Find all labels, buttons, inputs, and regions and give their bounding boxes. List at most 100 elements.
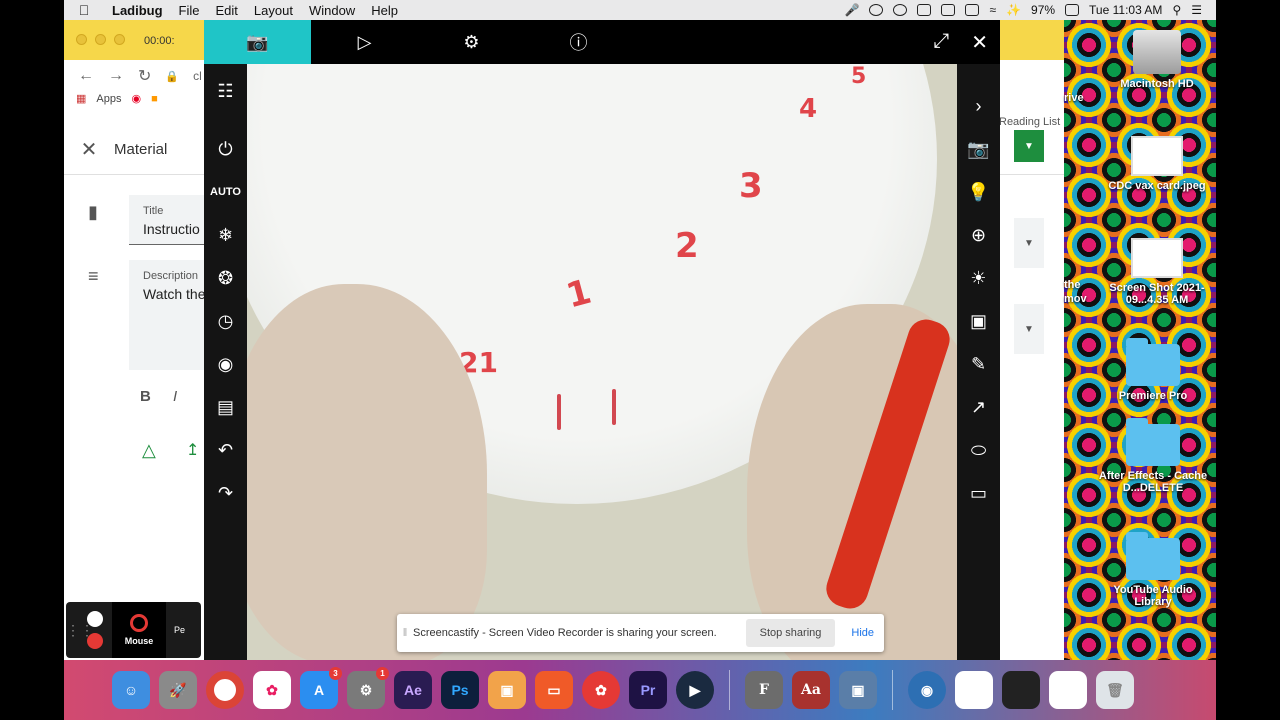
camera-view: 1 2 3 4 5 2 21 bbox=[247, 64, 957, 660]
timer-icon[interactable]: ◷ bbox=[204, 306, 247, 336]
undo-icon[interactable]: ↶ bbox=[204, 435, 247, 465]
desktop-icon-cdc-vax-card[interactable]: CDC vax card.jpeg bbox=[1102, 136, 1212, 192]
fullscreen-icon[interactable]: ⤢ bbox=[933, 30, 949, 55]
control-center-icon[interactable]: ☰ bbox=[1191, 3, 1202, 17]
finder-icon[interactable]: ☺ bbox=[112, 671, 150, 709]
effects-icon[interactable]: ▤ bbox=[204, 392, 247, 422]
drive-icon[interactable]: △ bbox=[142, 440, 156, 461]
document-icon-3[interactable] bbox=[1049, 671, 1087, 709]
desktop-icon-premiere-pro[interactable]: Premiere Pro bbox=[1098, 338, 1208, 402]
tab-settings[interactable]: ⚙ bbox=[418, 20, 525, 64]
menu-window[interactable]: Window bbox=[301, 3, 363, 18]
photoshop-icon[interactable]: Ps bbox=[441, 671, 479, 709]
ladibug-icon[interactable]: ✿ bbox=[582, 671, 620, 709]
trash-icon[interactable]: 🗑 bbox=[1096, 671, 1134, 709]
freeze-icon[interactable]: ☷ bbox=[204, 76, 247, 106]
upload-icon[interactable]: ↥ bbox=[186, 440, 199, 460]
quicktime-icon[interactable]: ▶ bbox=[676, 671, 714, 709]
microphone-icon[interactable]: 🎤 bbox=[845, 3, 860, 17]
desktop-icon-after-effects-cache[interactable]: After Effects - Cache D...DELETE bbox=[1098, 418, 1208, 494]
assign-dropdown-button[interactable]: ▼ bbox=[1014, 130, 1044, 162]
font-book-icon[interactable]: F bbox=[745, 671, 783, 709]
brightness-icon[interactable]: ☀ bbox=[957, 263, 1000, 293]
tray-icon-1[interactable] bbox=[869, 4, 884, 16]
italic-button[interactable]: I bbox=[173, 388, 177, 405]
system-preferences-icon[interactable]: ⚙ 1 bbox=[347, 667, 389, 709]
dictionary-icon[interactable]: Aa bbox=[792, 671, 830, 709]
pen-icon[interactable]: ✎ bbox=[957, 349, 1000, 379]
launchpad-icon[interactable]: 🚀 bbox=[159, 671, 197, 709]
apple-icon[interactable]:  bbox=[64, 2, 104, 18]
auto-focus-button[interactable]: AUTO bbox=[204, 177, 247, 207]
screencastify-icon[interactable]: ▭ bbox=[535, 671, 573, 709]
desktop-icon-macintosh-hd[interactable]: Macintosh HD bbox=[1102, 30, 1212, 90]
photos-icon[interactable]: ✿ bbox=[253, 671, 291, 709]
chrome-icon[interactable] bbox=[206, 671, 244, 709]
hide-button[interactable]: Hide bbox=[841, 627, 884, 639]
zoom-window-button[interactable] bbox=[114, 34, 125, 45]
stop-recording-button[interactable] bbox=[87, 633, 103, 649]
forward-icon[interactable]: → bbox=[108, 67, 124, 85]
wifi-icon[interactable]: ≈ bbox=[989, 3, 996, 17]
desktop-icon-youtube-audio-library[interactable]: YouTube Audio Library bbox=[1098, 532, 1208, 608]
bluetooth-icon[interactable]: ✨ bbox=[1006, 3, 1021, 17]
spotlight-icon[interactable]: ⚲ bbox=[1172, 3, 1181, 17]
stop-sharing-button[interactable]: Stop sharing bbox=[745, 619, 836, 647]
close-icon[interactable]: ✕ bbox=[971, 30, 988, 55]
desktop-icon-screen-shot[interactable]: Screen Shot 2021-09...4.35 AM bbox=[1102, 238, 1212, 306]
pause-button[interactable] bbox=[87, 611, 103, 627]
ellipse-icon[interactable]: ⬭ bbox=[957, 435, 1000, 465]
network-icon[interactable]: ◉ bbox=[908, 671, 946, 709]
snapshot-icon[interactable]: 📷 bbox=[957, 134, 1000, 164]
bookmark-apps[interactable]: Apps bbox=[96, 93, 121, 105]
reload-icon[interactable]: ↻ bbox=[138, 66, 151, 86]
battery-percent[interactable]: 97% bbox=[1031, 3, 1055, 17]
document-icon-1[interactable] bbox=[955, 671, 993, 709]
power-icon[interactable]: ⏻ bbox=[204, 134, 247, 164]
palette-icon[interactable]: ◉ bbox=[204, 349, 247, 379]
zoom-icon[interactable]: ⊕ bbox=[957, 220, 1000, 250]
amazon-icon[interactable]: ■ bbox=[151, 93, 158, 105]
menu-edit[interactable]: Edit bbox=[208, 3, 246, 18]
close-icon[interactable]: ✕ bbox=[64, 137, 114, 162]
back-icon[interactable]: ← bbox=[78, 67, 94, 85]
drag-handle-icon[interactable]: ‖ bbox=[397, 627, 413, 639]
chevron-right-icon[interactable]: › bbox=[957, 91, 1000, 121]
minimize-window-button[interactable] bbox=[95, 34, 106, 45]
snowflake-icon[interactable]: ❄ bbox=[204, 220, 247, 250]
menu-help[interactable]: Help bbox=[363, 3, 406, 18]
arrow-icon[interactable]: ↗ bbox=[957, 392, 1000, 422]
aperture-icon[interactable]: ❂ bbox=[204, 263, 247, 293]
menu-layout[interactable]: Layout bbox=[246, 3, 301, 18]
dropdown-2[interactable]: ▼ bbox=[1014, 304, 1044, 354]
menu-app-name[interactable]: Ladibug bbox=[104, 3, 171, 18]
mouse-tool-button[interactable]: Mouse bbox=[112, 602, 166, 658]
record-icon[interactable]: ▣ bbox=[957, 306, 1000, 336]
document-icon-2[interactable] bbox=[1002, 671, 1040, 709]
premiere-pro-icon[interactable]: Pr bbox=[629, 671, 667, 709]
app-store-icon[interactable]: A3 bbox=[300, 667, 342, 709]
drag-handle-icon[interactable]: ⋮⋮ bbox=[66, 622, 94, 639]
after-effects-icon[interactable]: Ae bbox=[394, 671, 432, 709]
tray-icon-2[interactable] bbox=[893, 4, 908, 16]
tab-camera[interactable]: 📷 bbox=[204, 20, 311, 64]
tray-icon-3[interactable] bbox=[917, 4, 932, 16]
pinterest-icon[interactable]: ◉ bbox=[131, 92, 141, 105]
apps-icon[interactable]: ▦ bbox=[76, 92, 86, 105]
lamp-icon[interactable]: 💡 bbox=[957, 177, 1000, 207]
menu-file[interactable]: File bbox=[171, 3, 208, 18]
bold-button[interactable]: B bbox=[140, 388, 151, 405]
eraser-icon[interactable]: ▭ bbox=[957, 478, 1000, 508]
image-capture-icon[interactable]: ▣ bbox=[839, 671, 877, 709]
tray-icon-4[interactable] bbox=[941, 4, 956, 16]
tab-info[interactable]: ⓘ bbox=[525, 20, 632, 64]
url-field[interactable]: cl bbox=[193, 69, 202, 83]
dropdown-1[interactable]: ▼ bbox=[1014, 218, 1044, 268]
preview-icon[interactable]: ▣ bbox=[488, 671, 526, 709]
redo-icon[interactable]: ↷ bbox=[204, 478, 247, 508]
close-window-button[interactable] bbox=[76, 34, 87, 45]
pen-tool-label[interactable]: Pe bbox=[174, 625, 185, 635]
airplay-icon[interactable] bbox=[965, 4, 980, 16]
tab-playback[interactable]: ▷ bbox=[311, 20, 418, 64]
clock[interactable]: Tue 11:03 AM bbox=[1089, 3, 1162, 17]
